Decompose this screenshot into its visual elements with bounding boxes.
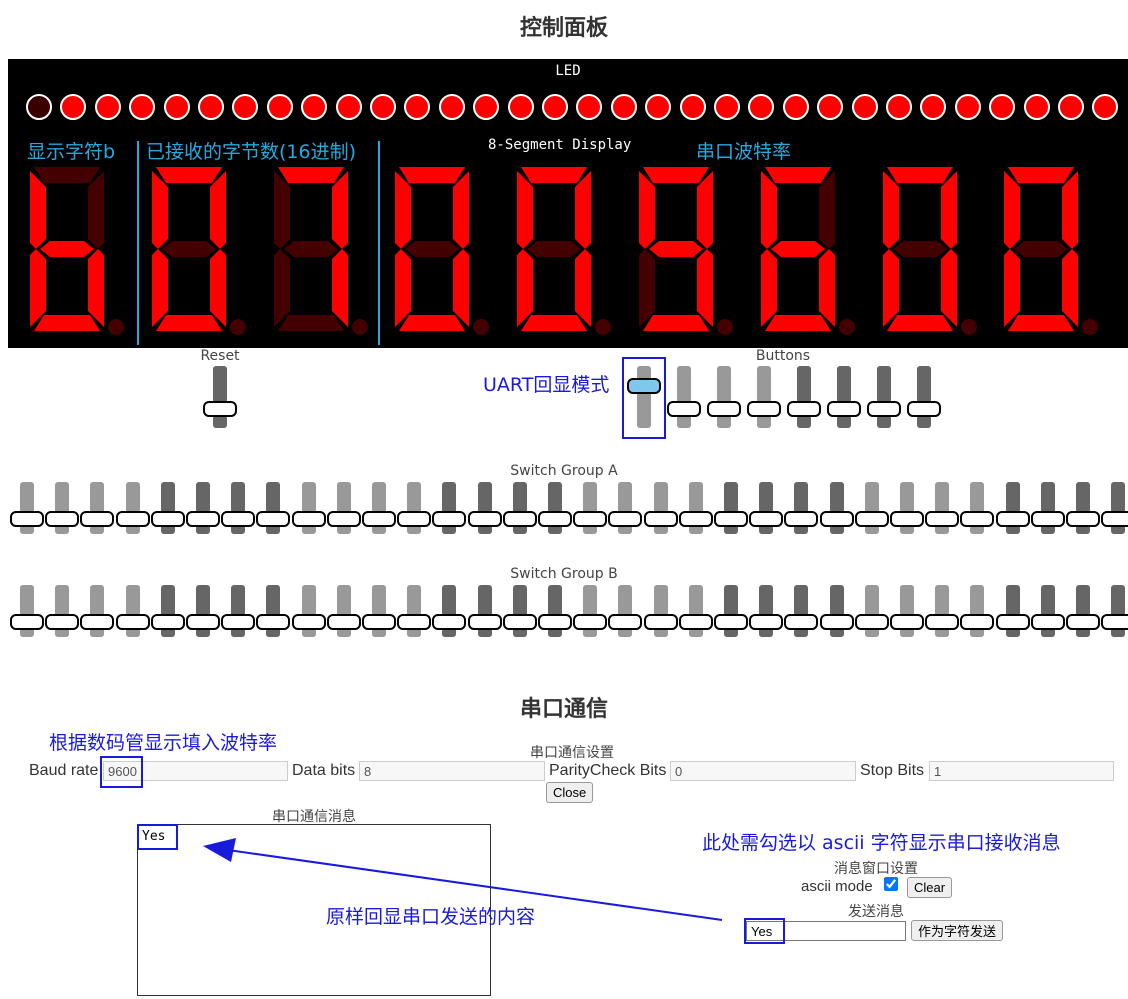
clear-button[interactable]: Clear <box>907 877 953 898</box>
window-settings-title: 消息窗口设置 <box>834 861 918 877</box>
ascii-mode-checkbox[interactable] <box>884 877 898 891</box>
ascii-mode-label: ascii mode <box>801 878 873 895</box>
send-input-highlight <box>744 918 785 944</box>
send-as-char-button[interactable]: 作为字符发送 <box>911 920 1004 941</box>
send-title: 发送消息 <box>848 904 904 920</box>
arrow-annotation <box>203 838 723 921</box>
